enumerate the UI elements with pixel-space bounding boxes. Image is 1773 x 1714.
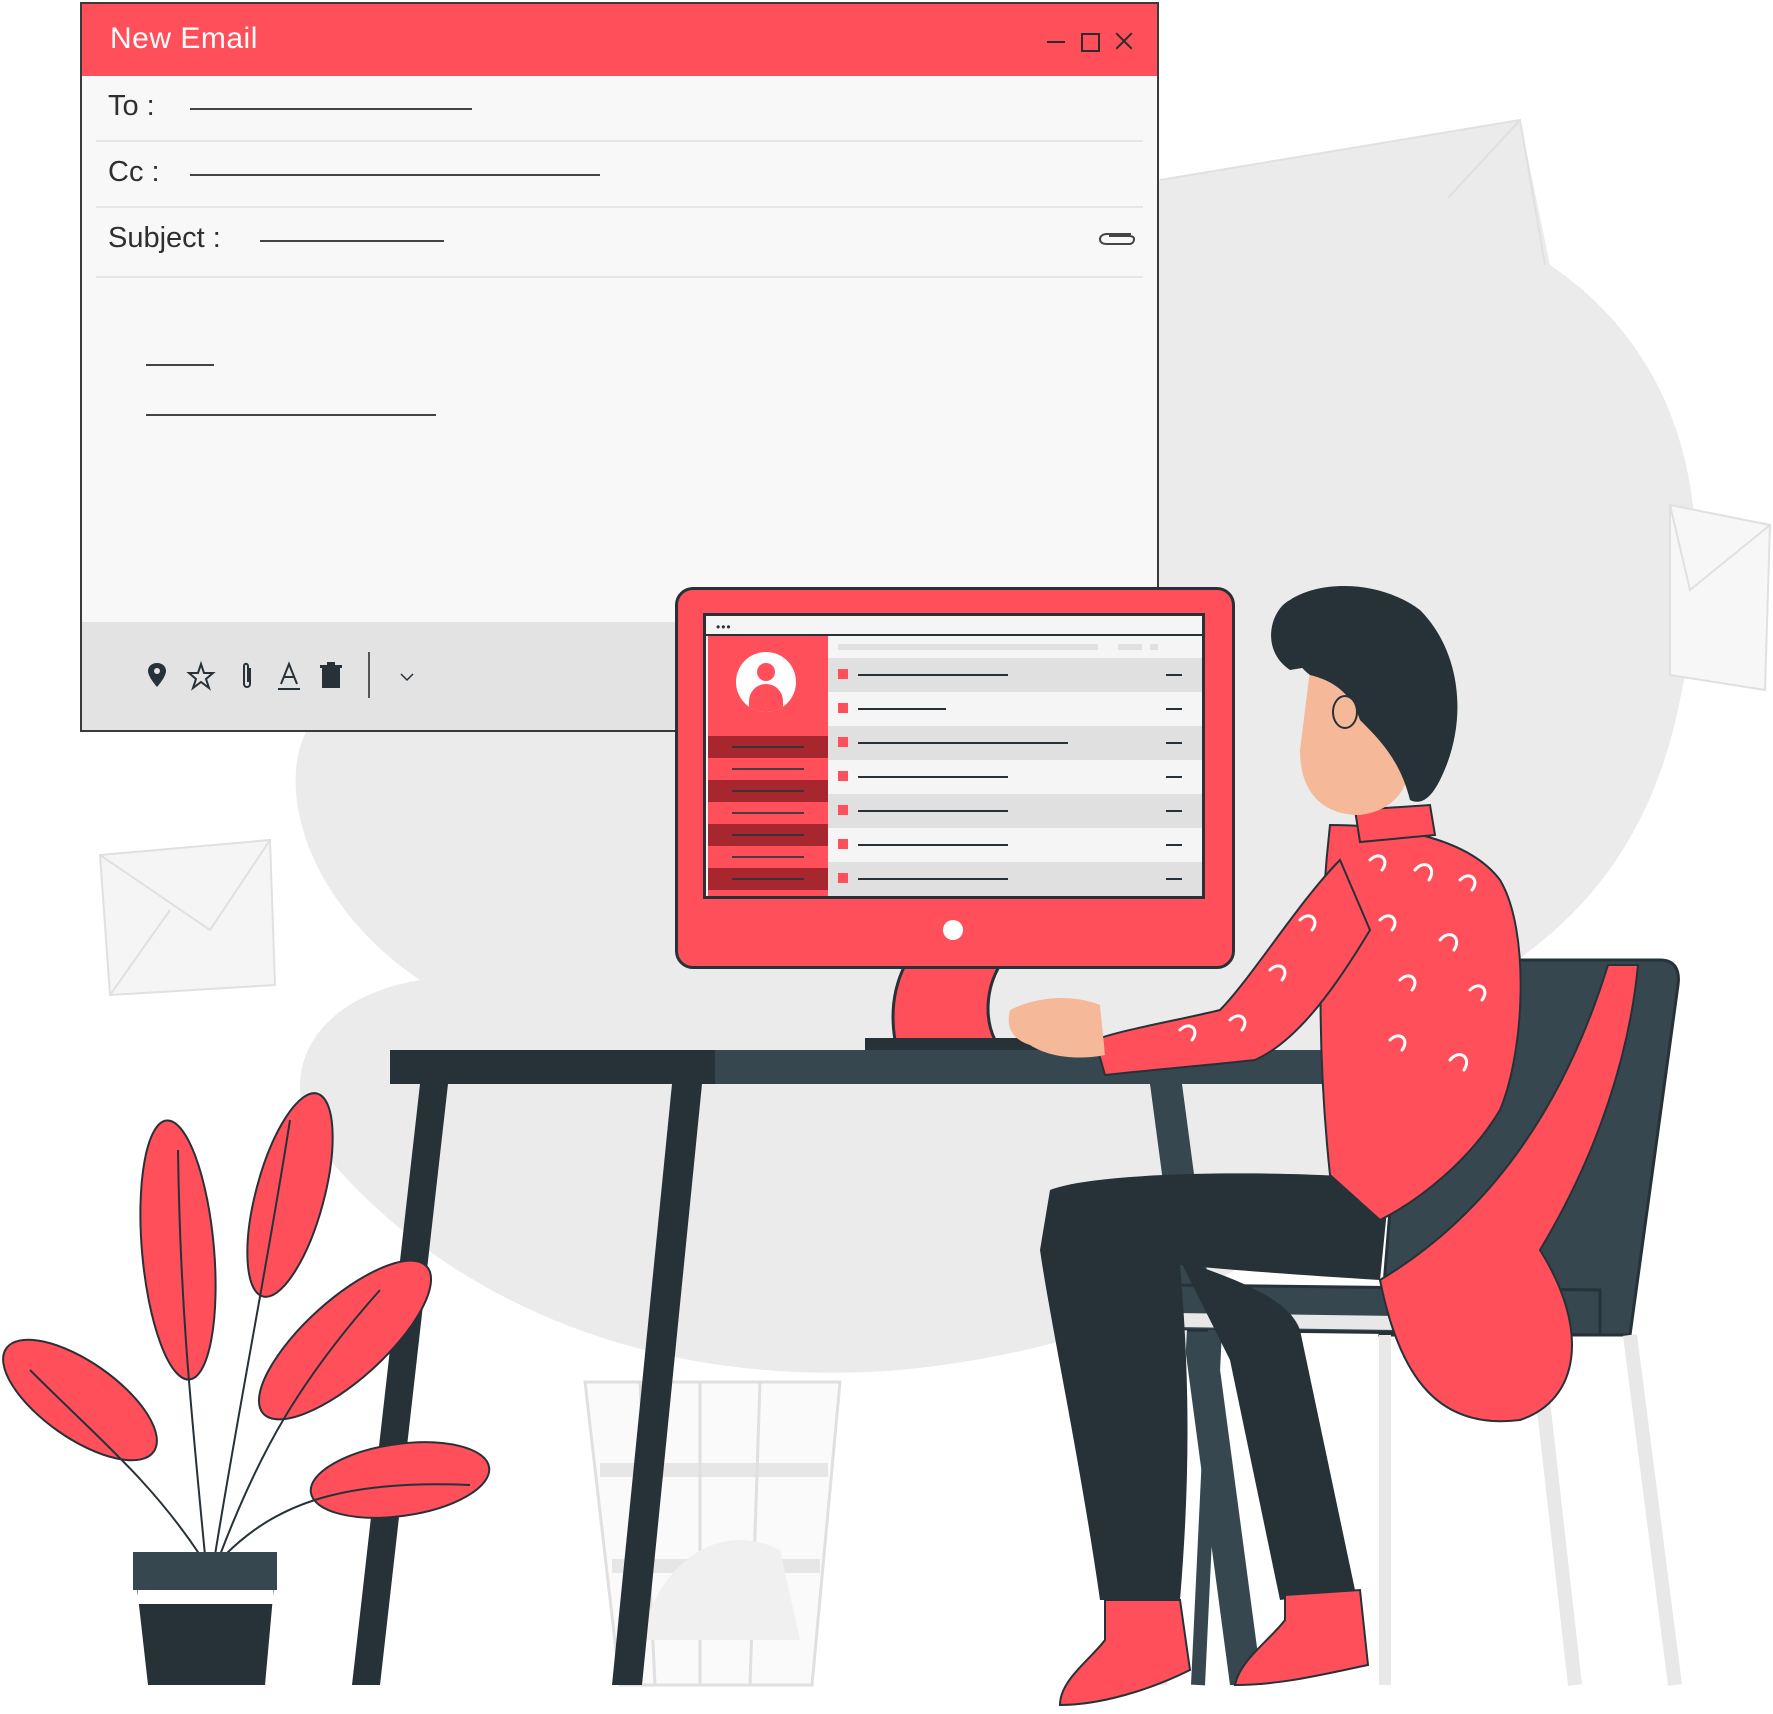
mail-subject-line [858, 776, 1008, 778]
mail-client-screen: ••• [703, 613, 1205, 899]
paperclip-icon[interactable] [1097, 226, 1137, 252]
message-body[interactable] [82, 284, 1157, 624]
monitor-power-indicator [943, 920, 963, 940]
subject-row: Subject : [96, 208, 1143, 278]
mail-date-line [1166, 844, 1182, 846]
unread-marker [838, 737, 848, 747]
subject-label: Subject : [108, 222, 221, 254]
close-icon[interactable] [1113, 30, 1135, 52]
subject-field[interactable] [260, 240, 444, 242]
minimize-icon[interactable] [1045, 30, 1067, 52]
mail-date-line [1166, 776, 1182, 778]
compose-titlebar: New Email [82, 4, 1157, 76]
sidebar-item[interactable] [708, 868, 828, 890]
mail-row[interactable] [828, 794, 1202, 828]
sidebar-item[interactable] [708, 758, 828, 780]
mail-row[interactable] [828, 862, 1202, 896]
mail-row[interactable] [828, 658, 1202, 692]
cc-label: Cc : [108, 156, 160, 188]
mail-row[interactable] [828, 828, 1202, 862]
mail-subject-line [858, 674, 1008, 676]
body-text-line [146, 414, 436, 416]
mail-date-line [1166, 878, 1182, 880]
sidebar-item[interactable] [708, 802, 828, 824]
body-text-line [146, 364, 214, 366]
unread-marker [838, 805, 848, 815]
user-avatar-icon[interactable] [736, 652, 796, 712]
sidebar-item[interactable] [708, 736, 828, 758]
mail-toolbar-button[interactable] [1118, 644, 1142, 650]
mail-row[interactable] [828, 726, 1202, 760]
mail-subject-line [858, 708, 946, 710]
location-pin-icon[interactable] [142, 660, 172, 692]
mail-date-line [1166, 708, 1182, 710]
chevron-down-icon[interactable] [392, 660, 422, 692]
envelope-left-icon [98, 838, 277, 997]
mail-subject-line [858, 742, 1068, 744]
window-controls [1045, 26, 1135, 56]
window-title: New Email [110, 22, 258, 55]
mail-subject-line [858, 844, 1008, 846]
mail-toolbar-button[interactable] [1150, 644, 1158, 650]
mail-date-line [1166, 810, 1182, 812]
paperclip-icon[interactable] [232, 660, 262, 692]
cc-field[interactable] [190, 174, 600, 176]
cc-row: Cc : [96, 142, 1143, 208]
toolbar-separator [368, 652, 370, 698]
text-format-icon[interactable] [274, 660, 304, 692]
unread-marker [838, 771, 848, 781]
mail-search-bar[interactable] [838, 644, 1098, 650]
sidebar-item[interactable] [708, 846, 828, 868]
envelope-right-icon [1669, 503, 1772, 692]
monitor: ••• [675, 587, 1235, 969]
trash-icon[interactable] [316, 660, 346, 692]
unread-marker [838, 669, 848, 679]
mail-date-line [1166, 674, 1182, 676]
sidebar-item[interactable] [708, 780, 828, 802]
window-dots: ••• [716, 620, 732, 634]
unread-marker [838, 839, 848, 849]
mail-sidebar [708, 636, 828, 896]
mail-date-line [1166, 742, 1182, 744]
star-icon[interactable] [186, 660, 216, 692]
maximize-icon[interactable] [1079, 30, 1101, 52]
to-row: To : [96, 76, 1143, 142]
mail-row[interactable] [828, 692, 1202, 726]
unread-marker [838, 873, 848, 883]
mail-subject-line [858, 810, 1008, 812]
mail-row[interactable] [828, 760, 1202, 794]
to-field[interactable] [190, 108, 472, 110]
mail-subject-line [858, 878, 1008, 880]
unread-marker [838, 703, 848, 713]
sidebar-item[interactable] [708, 824, 828, 846]
to-label: To : [108, 90, 155, 122]
